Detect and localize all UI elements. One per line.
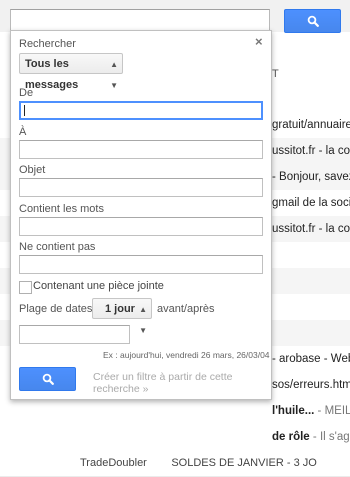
list-item-text: l'huile... - MEILLE (272, 398, 350, 424)
list-item-snippet: - Bonjour, savez v (272, 171, 350, 183)
list-item-text: sos/erreurs.htm - (272, 372, 350, 398)
from-label: De (19, 87, 34, 99)
list-item-snippet: - MEILLE (317, 405, 350, 417)
date-range-select[interactable]: 1 jour ▲ ▼ (92, 298, 152, 335)
text-caret (24, 105, 25, 116)
list-item-snippet: gmail de la sociét (272, 197, 350, 209)
subject-label: Objet (19, 164, 46, 176)
list-item-snippet: SOLDES DE JANVIER - 3 JO (171, 457, 317, 469)
subject-field[interactable] (19, 178, 263, 197)
updown-arrow-icon: ▲ ▼ (110, 60, 118, 90)
has-words-field[interactable] (19, 217, 263, 236)
advanced-search-panel: Rechercher × Tous les messages ▲ ▼ De À O… (10, 30, 272, 400)
list-item[interactable]: de rôle - Il s'agit (0, 424, 350, 451)
list-item-text: - Bonjour, savez v (272, 164, 350, 190)
list-item-text: de rôle - Il s'agit (272, 424, 350, 450)
list-item-text: ussitot.fr - la comm (272, 216, 350, 242)
list-item-sender: TradeDoubler (80, 457, 147, 469)
list-item-text: gmail de la sociét (272, 190, 350, 216)
to-label: À (19, 126, 27, 138)
create-filter-link[interactable]: Créer un filtre à partir de cette recher… (93, 371, 243, 395)
date-field[interactable] (19, 325, 130, 344)
attachment-checkbox[interactable] (19, 281, 32, 294)
from-field[interactable] (19, 101, 263, 120)
date-range-label: Plage de dates (19, 303, 93, 315)
top-bar (0, 0, 350, 33)
not-words-label: Ne contient pas (19, 241, 96, 253)
to-field[interactable] (19, 140, 263, 159)
list-item-snippet: - arobase - Web (272, 353, 350, 365)
list-item-snippet: sos/erreurs.htm - (272, 379, 350, 391)
search-input[interactable] (10, 9, 270, 31)
has-words-label: Contient les mots (19, 203, 104, 215)
panel-title: Rechercher (19, 38, 76, 50)
list-item-text: ussitot.fr - la comm (272, 138, 350, 164)
search-icon (307, 15, 319, 27)
close-icon[interactable]: × (255, 34, 263, 49)
updown-arrow-icon: ▲ ▼ (139, 305, 147, 335)
attachment-label: Contenant une pièce jointe (33, 280, 164, 292)
not-words-field[interactable] (19, 255, 263, 274)
search-submit-button[interactable] (19, 367, 76, 391)
list-item[interactable]: TradeDoubler SOLDES DE JANVIER - 3 JO (0, 450, 350, 477)
search-button[interactable] (284, 9, 341, 33)
list-item-subject: l'huile... (272, 405, 315, 417)
list-item-snippet: ussitot.fr - la comm (272, 145, 350, 157)
list-header-fragment: T (272, 68, 279, 80)
date-hint: Ex : aujourd'hui, vendredi 26 mars, 26/0… (103, 350, 270, 360)
scope-select[interactable]: Tous les messages ▲ ▼ (19, 53, 123, 91)
list-item-snippet: - Il s'agit (312, 431, 350, 443)
list-item-text: gratuit/annuaire3. (272, 112, 350, 138)
list-item[interactable]: l'huile... - MEILLE (0, 398, 350, 425)
list-item-snippet: gratuit/annuaire3. (272, 119, 350, 131)
list-item-subject: de rôle (272, 431, 310, 443)
search-icon (42, 373, 54, 385)
date-range-suffix: avant/après (157, 303, 215, 315)
list-item-text: TradeDoubler SOLDES DE JANVIER - 3 JO (80, 450, 317, 476)
list-item-text: - arobase - Web (272, 346, 350, 372)
date-range-select-value: 1 jour (105, 303, 135, 315)
list-item-snippet: ussitot.fr - la comm (272, 223, 350, 235)
